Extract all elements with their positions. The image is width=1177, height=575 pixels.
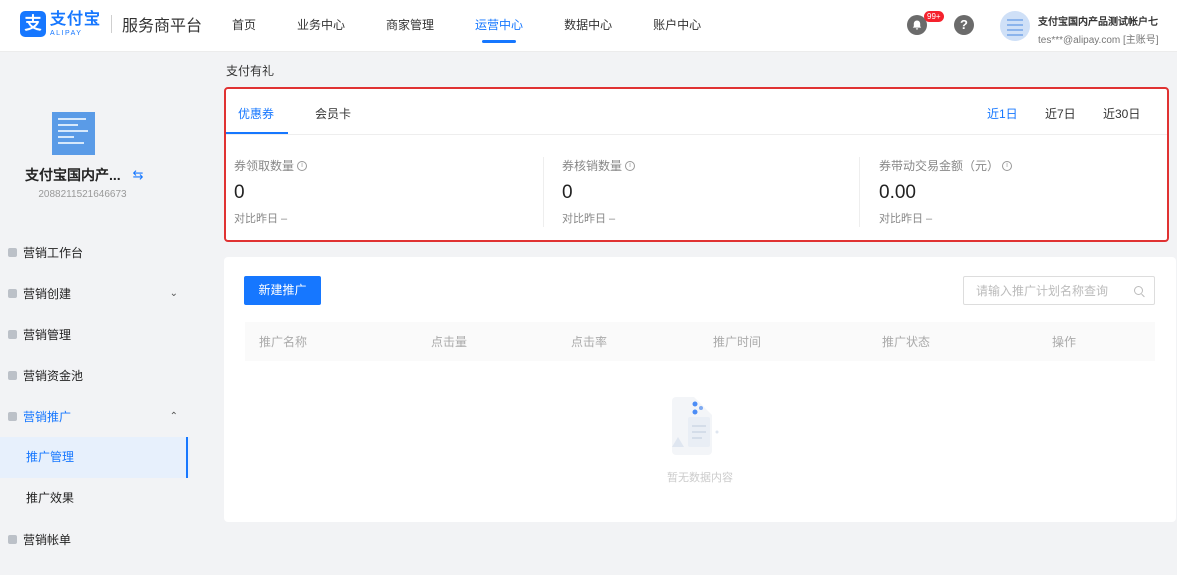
- table-header: 推广名称 点击量 点击率 推广时间 推广状态 操作: [245, 322, 1155, 361]
- sidebar-item-marketing-promotion[interactable]: 营销推广 ⌃: [0, 396, 190, 437]
- column-header-clicks[interactable]: 点击量: [431, 333, 467, 350]
- chevron-up-icon: ⌃: [169, 411, 178, 422]
- sidebar-item-marketing-bill[interactable]: 营销帐单: [0, 519, 190, 560]
- top-bar: 支 支付宝 ALIPAY 服务商平台 首页 业务中心 商家管理 运营中心 数据中…: [0, 0, 1177, 52]
- promotion-list-card: 新建推广 推广名称 点击量 点击率 推广时间 推广状态 操作 暂无数据内容: [224, 257, 1176, 522]
- metric-compare: 对比昨日 –: [562, 213, 616, 225]
- sidebar-item-label: 营销推广: [23, 410, 72, 424]
- platform-name: 服务商平台: [122, 18, 203, 35]
- column-header-status[interactable]: 推广状态: [882, 333, 930, 350]
- info-icon[interactable]: i: [625, 160, 636, 171]
- sidebar-subitem-promotion-effect[interactable]: 推广效果: [0, 478, 190, 519]
- nav-merchant-management[interactable]: 商家管理: [386, 0, 434, 52]
- avatar[interactable]: [1000, 11, 1030, 41]
- merchant-name: 支付宝国内产...: [25, 167, 121, 183]
- metric-label: 券核销数量 i: [562, 157, 636, 174]
- info-icon[interactable]: i: [1002, 160, 1013, 171]
- sidebar-item-marketing-workbench[interactable]: 营销工作台: [0, 232, 190, 273]
- logo-en-text: ALIPAY: [50, 29, 83, 37]
- stats-card: 优惠券 会员卡 近1日 近7日 近30日 券领取数量 i 0 对比昨日 – 券核…: [224, 87, 1169, 242]
- range-30-days[interactable]: 近30日: [1103, 105, 1140, 122]
- metric-value: 0: [562, 182, 573, 203]
- sidebar-item-label: 营销帐单: [23, 533, 72, 547]
- metric-divider: [859, 157, 860, 227]
- switch-merchant-icon[interactable]: ⇆: [133, 167, 144, 183]
- nav-business-center[interactable]: 业务中心: [297, 0, 345, 52]
- user-account: tes***@alipay.com [主账号]: [1038, 35, 1159, 46]
- metric-label-text: 券核销数量: [562, 159, 623, 173]
- stats-tabs: 优惠券 会员卡 近1日 近7日 近30日: [226, 89, 1167, 135]
- sidebar-item-marketing-management[interactable]: 营销管理: [0, 314, 190, 355]
- home-icon: [8, 248, 17, 257]
- alipay-logo-icon: 支: [20, 11, 46, 37]
- nav-account-center[interactable]: 账户中心: [653, 0, 701, 52]
- column-header-actions[interactable]: 操作: [1052, 333, 1076, 350]
- main-nav: 首页 业务中心 商家管理 运营中心 数据中心 账户中心: [232, 0, 742, 52]
- help-icon[interactable]: ?: [954, 15, 974, 35]
- new-promotion-button[interactable]: 新建推广: [244, 276, 321, 305]
- user-name: 支付宝国内产品测试帐户七: [1038, 17, 1158, 28]
- sidebar-item-label: 营销工作台: [23, 246, 84, 260]
- column-header-ctr[interactable]: 点击率: [571, 333, 607, 350]
- logo-wordmark: 支付宝 ALIPAY: [50, 10, 102, 37]
- nav-home[interactable]: 首页: [232, 0, 256, 52]
- metric-transaction-amount: 券带动交易金额（元） i 0.00 对比昨日 –: [879, 157, 1013, 226]
- sidebar-item-label: 营销资金池: [23, 369, 84, 383]
- merchant-thumbnail: [52, 112, 95, 155]
- search-icon[interactable]: [1134, 286, 1143, 295]
- merchant-id: 2088211521646673: [38, 189, 127, 200]
- logo-cn-text: 支付宝: [50, 10, 102, 28]
- sidebar-item-marketing-fund-pool[interactable]: 营销资金池: [0, 355, 190, 396]
- active-tab-indicator: [226, 132, 288, 134]
- tag-icon: [8, 289, 17, 298]
- tab-coupon[interactable]: 优惠券: [238, 105, 274, 122]
- sidebar-item-label: 营销创建: [23, 287, 72, 301]
- sidebar-item-label: 营销管理: [23, 328, 72, 342]
- bill-icon: [8, 535, 17, 544]
- list-icon: [8, 330, 17, 339]
- sidebar-item-marketing-create[interactable]: 营销创建 ⌄: [0, 273, 190, 314]
- column-header-name[interactable]: 推广名称: [259, 333, 307, 350]
- metric-label: 券带动交易金额（元） i: [879, 157, 1013, 174]
- search-box: [963, 276, 1155, 305]
- metric-label-text: 券带动交易金额（元）: [879, 159, 1000, 173]
- info-icon[interactable]: i: [297, 160, 308, 171]
- empty-illustration: [672, 397, 719, 455]
- chart-icon: [8, 371, 17, 380]
- metric-coupons-redeemed: 券核销数量 i 0 对比昨日 –: [562, 157, 636, 226]
- empty-state-text: 暂无数据内容: [667, 472, 733, 484]
- megaphone-icon: [8, 412, 17, 421]
- nav-data-center[interactable]: 数据中心: [564, 0, 612, 52]
- sidebar-subitem-promotion-management[interactable]: 推广管理: [0, 437, 190, 478]
- metric-value: 0: [234, 182, 245, 203]
- metric-divider: [543, 157, 544, 227]
- breadcrumb: 支付有礼: [226, 64, 275, 78]
- user-info[interactable]: 支付宝国内产品测试帐户七 tes***@alipay.com [主账号]: [1038, 13, 1159, 46]
- sidebar-menu: 营销工作台 营销创建 ⌄ 营销管理 营销资金池 营销推广 ⌃ 推广管理 推广效果…: [0, 232, 190, 560]
- metric-value: 0.00: [879, 182, 916, 203]
- metric-compare: 对比昨日 –: [234, 213, 288, 225]
- tab-member-card[interactable]: 会员卡: [315, 105, 351, 122]
- metric-label-text: 券领取数量: [234, 159, 295, 173]
- nav-operations-center[interactable]: 运营中心: [475, 0, 523, 52]
- chevron-down-icon: ⌄: [169, 288, 178, 299]
- notification-badge: 99+: [924, 11, 944, 22]
- metric-coupons-claimed: 券领取数量 i 0 对比昨日 –: [234, 157, 308, 226]
- range-7-days[interactable]: 近7日: [1045, 105, 1076, 122]
- alipay-logo[interactable]: 支 支付宝 ALIPAY 服务商平台: [20, 11, 202, 37]
- metric-label: 券领取数量 i: [234, 157, 308, 174]
- metric-compare: 对比昨日 –: [879, 213, 933, 225]
- search-input[interactable]: [964, 277, 1124, 304]
- range-1-day[interactable]: 近1日: [987, 105, 1018, 122]
- column-header-time[interactable]: 推广时间: [713, 333, 761, 350]
- sidebar: 支付宝国内产... ⇆ 2088211521646673 营销工作台 营销创建 …: [0, 52, 190, 575]
- merchant-name-row: 支付宝国内产... ⇆: [25, 165, 144, 185]
- logo-divider: [111, 15, 113, 33]
